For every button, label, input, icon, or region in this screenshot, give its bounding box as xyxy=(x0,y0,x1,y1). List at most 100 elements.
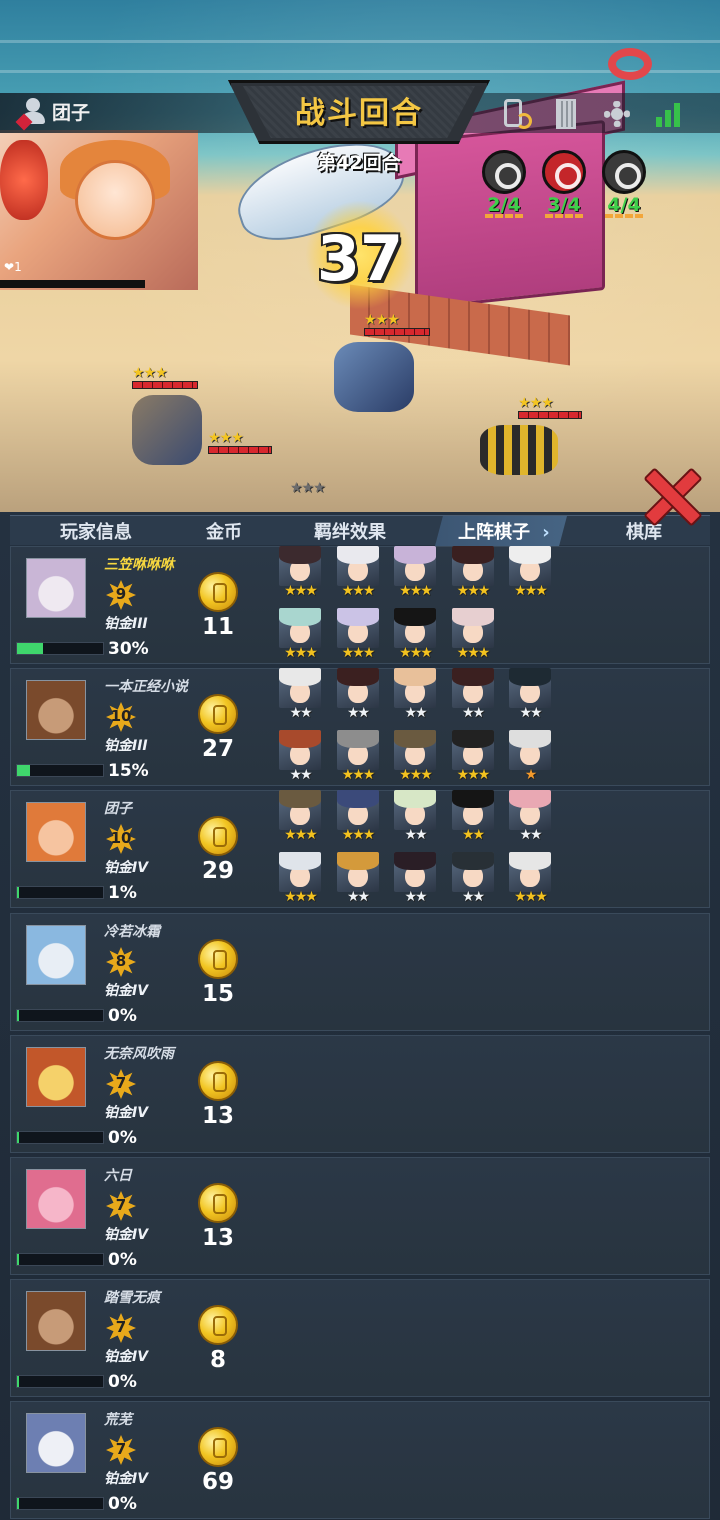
chess-piece-portrait xyxy=(451,852,494,892)
synergy-count: 4/4 xyxy=(607,194,641,216)
board-unit[interactable]: ★★★ xyxy=(290,480,326,496)
chess-piece[interactable]: ★★ xyxy=(451,668,494,721)
player-rank: 铂金IV xyxy=(104,1105,149,1121)
xp-percent: 0% xyxy=(108,1128,137,1148)
round-number: 第42回合 xyxy=(317,152,401,174)
piece-stars: ★★ xyxy=(519,827,542,843)
battle-scene: ❤1 ★★★ ★★★ ★★★ ★★★ ★★★ 团子 战斗回合 第42回合 37 xyxy=(0,0,720,515)
player-avatar[interactable] xyxy=(26,802,86,862)
gear-icon[interactable] xyxy=(600,97,634,131)
piece-stars: ★★★ xyxy=(456,583,491,599)
chess-piece-portrait xyxy=(509,790,551,830)
chess-piece[interactable]: ★★★ xyxy=(451,730,494,783)
synergy-cross[interactable]: 4/4 xyxy=(600,150,648,218)
chess-piece-portrait xyxy=(279,546,321,586)
chess-piece[interactable]: ★★★ xyxy=(394,608,436,660)
chess-piece[interactable]: ★★★ xyxy=(279,608,321,660)
tab-deployed[interactable]: 上阵棋子 › xyxy=(458,518,550,544)
xp-bar xyxy=(16,1131,104,1144)
tab-player-info[interactable]: 玩家信息 xyxy=(60,518,132,544)
chess-piece[interactable]: ★★★ xyxy=(509,852,551,904)
gold-coin-icon xyxy=(198,1427,238,1467)
chess-piece-portrait xyxy=(336,790,379,830)
chess-piece[interactable]: ★★ xyxy=(394,852,436,904)
chess-piece[interactable]: ★★★ xyxy=(336,546,379,599)
lantern xyxy=(0,140,48,220)
unit-hp-bar xyxy=(132,381,198,389)
chess-piece[interactable]: ★★ xyxy=(394,668,436,720)
chess-piece-portrait xyxy=(279,668,321,708)
chess-piece-portrait xyxy=(279,730,321,770)
phone-sync-icon[interactable] xyxy=(500,97,534,131)
chess-piece[interactable]: ★★★ xyxy=(279,852,321,904)
chess-piece[interactable]: ★★★ xyxy=(279,790,321,842)
board-unit[interactable]: ★★★ xyxy=(334,312,430,412)
phase-title: 战斗回合 xyxy=(295,96,423,131)
xp-bar xyxy=(16,1497,104,1510)
book-icon[interactable] xyxy=(548,97,582,131)
piece-stars: ★★★ xyxy=(456,767,491,783)
level-badge: 10 xyxy=(106,824,136,854)
synergy-count: 2/4 xyxy=(487,194,521,216)
synergy-spiral[interactable]: 3/4 xyxy=(540,150,588,218)
board-unit[interactable]: ★★★ xyxy=(208,430,272,454)
piece-stars: ★★★ xyxy=(514,583,548,599)
gold-coin-icon xyxy=(198,1061,238,1101)
chess-piece[interactable]: ★★★ xyxy=(336,608,379,660)
chess-piece[interactable]: ★★ xyxy=(336,852,379,904)
tab-gold[interactable]: 金币 xyxy=(206,518,242,544)
level-badge: 7 xyxy=(106,1069,136,1099)
piece-stars: ★★★ xyxy=(341,583,376,599)
unit-sprite xyxy=(480,425,558,475)
xp-bar-fill xyxy=(17,1498,19,1509)
chess-piece[interactable]: ★★ xyxy=(279,730,321,782)
piece-stars: ★★ xyxy=(461,705,485,721)
player-avatar[interactable] xyxy=(26,1291,86,1351)
tab-bond[interactable]: 羁绊效果 xyxy=(314,518,386,544)
synergy-swirl[interactable]: 2/4 xyxy=(480,150,528,218)
player-avatar[interactable] xyxy=(26,680,86,740)
chess-piece[interactable]: ★★★ xyxy=(394,730,436,782)
level-number: 10 xyxy=(110,707,132,725)
board-unit[interactable]: ★★★ xyxy=(132,365,202,465)
level-badge: 10 xyxy=(106,702,136,732)
piece-stars: ★★ xyxy=(461,827,485,843)
gold-coin-icon xyxy=(198,1305,238,1345)
chess-piece[interactable]: ★★ xyxy=(451,852,494,905)
chess-piece[interactable]: ★★ xyxy=(509,668,551,720)
close-icon[interactable] xyxy=(640,465,700,525)
player-rank: 铂金IV xyxy=(104,1227,149,1243)
chess-piece-portrait xyxy=(336,546,379,586)
chess-piece[interactable]: ★★★ xyxy=(394,546,436,598)
user-icon xyxy=(15,98,46,131)
chess-piece[interactable]: ★ xyxy=(509,730,551,782)
chess-piece[interactable]: ★★★ xyxy=(279,546,321,598)
xp-percent: 30% xyxy=(108,639,149,659)
chess-piece[interactable]: ★★★ xyxy=(336,730,379,782)
chess-piece-portrait xyxy=(336,852,379,892)
chess-piece[interactable]: ★★★ xyxy=(451,546,494,599)
piece-stars: ★★★ xyxy=(399,767,433,783)
player-avatar[interactable] xyxy=(26,925,86,985)
gold-coin-icon xyxy=(198,572,238,612)
chess-piece[interactable]: ★★ xyxy=(336,668,379,720)
chess-piece[interactable]: ★★ xyxy=(509,790,551,842)
chess-piece[interactable]: ★★ xyxy=(451,790,494,843)
gold-amount: 29 xyxy=(201,858,234,884)
chess-piece[interactable]: ★★★ xyxy=(336,790,379,842)
player-avatar[interactable] xyxy=(26,1413,86,1473)
synergy-count: 3/4 xyxy=(547,194,581,216)
xp-bar-fill xyxy=(17,1254,19,1265)
chess-piece[interactable]: ★★ xyxy=(279,668,321,720)
chess-piece[interactable]: ★★★ xyxy=(451,608,494,660)
player-avatar[interactable] xyxy=(26,558,86,618)
piece-stars: ★★ xyxy=(461,889,485,905)
chess-piece[interactable]: ★★★ xyxy=(509,546,551,598)
chess-piece-portrait xyxy=(394,730,436,770)
player-avatar[interactable] xyxy=(26,1169,86,1229)
player-avatar[interactable] xyxy=(26,1047,86,1107)
chess-piece[interactable]: ★★ xyxy=(394,790,436,842)
board-unit[interactable]: ★★★ xyxy=(480,395,582,475)
gold-amount: 69 xyxy=(201,1469,234,1495)
player-name: 踏雪无痕 xyxy=(104,1290,160,1306)
